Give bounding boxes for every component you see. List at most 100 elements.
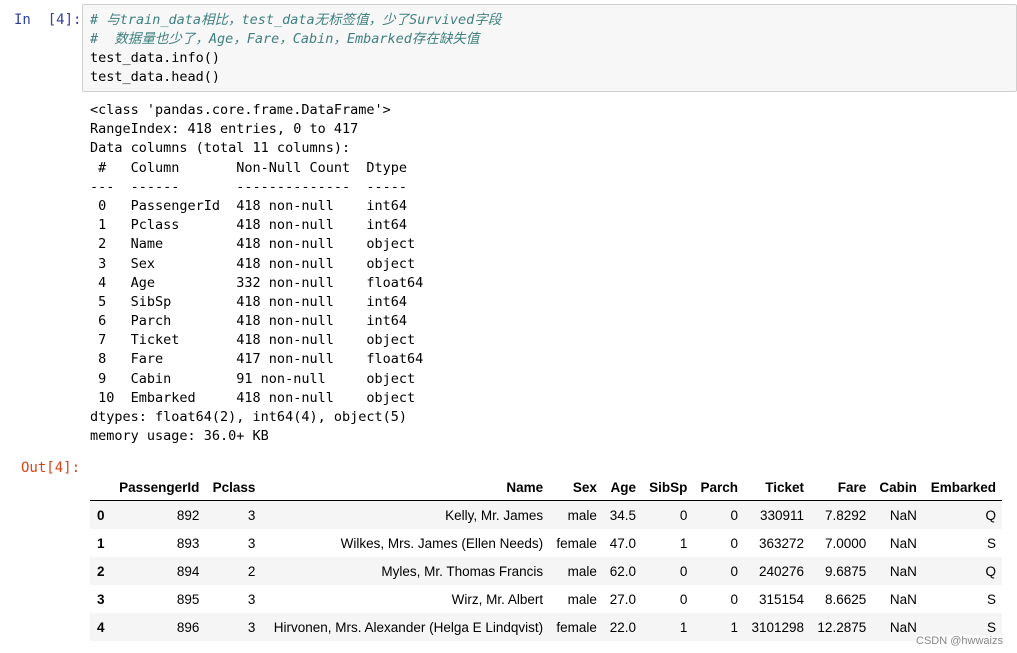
table-cell: 895 xyxy=(176,591,200,607)
column-header: Ticket xyxy=(744,474,811,501)
info-line: Data columns (total 11 columns): xyxy=(90,140,351,157)
table-cell: 8.6625 xyxy=(824,591,867,607)
table-cell: male xyxy=(567,591,597,607)
table-cell: 22.0 xyxy=(609,619,636,635)
info-line: 0 PassengerId 418 non-null int64 xyxy=(90,197,424,214)
table-cell: 0 xyxy=(730,507,739,523)
table-cell: 2 xyxy=(247,563,256,579)
table-cell: 0 xyxy=(679,507,688,523)
table-cell: 0 xyxy=(679,563,688,579)
table-row: 3 895 3 Wirz, Mr. Albert male 27.0 0 0 315154 8.6… xyxy=(90,585,1002,613)
table-cell: 0 xyxy=(730,591,739,607)
table-cell: Kelly, Mr. James xyxy=(445,507,544,523)
column-header: Cabin xyxy=(872,474,923,501)
table-cell: male xyxy=(567,563,597,579)
table-cell: 240276 xyxy=(758,563,805,579)
table-row: 1 893 3 Wilkes, Mrs. James (Ellen Needs) fem… xyxy=(90,529,1002,557)
info-line: 2 Name 418 non-null object xyxy=(90,236,424,253)
info-line: RangeIndex: 418 entries, 0 to 417 xyxy=(90,121,359,138)
table-cell: 893 xyxy=(176,535,200,551)
table-cell: Hirvonen, Mrs. Alexander (Helga E Lindqv… xyxy=(273,619,544,635)
info-line: 5 SibSp 418 non-null int64 xyxy=(90,293,424,310)
table-cell: female xyxy=(556,535,597,551)
table-cell: Wirz, Mr. Albert xyxy=(451,591,544,607)
row-index: 3 xyxy=(97,591,105,607)
output-prompt: Out[4]: xyxy=(21,460,81,476)
table-cell: 363272 xyxy=(758,535,805,551)
code-line: test_data.info() xyxy=(90,50,221,66)
info-line: 1 Pclass 418 non-null int64 xyxy=(90,217,424,234)
input-prompt: In [4]: xyxy=(14,12,82,28)
column-header: Embarked xyxy=(922,474,1002,501)
info-line: 7 Ticket 418 non-null object xyxy=(90,332,424,349)
table-cell: 3101298 xyxy=(751,619,805,635)
table-cell: 9.6875 xyxy=(824,563,867,579)
table-cell: S xyxy=(986,591,996,607)
table-row: 4 896 3 Hirvonen, Mrs. Alexander (Helga E L… xyxy=(90,613,1002,641)
info-line: # Column Non-Null Count Dtype xyxy=(90,159,424,176)
column-header: Name xyxy=(261,474,550,501)
table-cell: 12.2875 xyxy=(817,619,867,635)
table-cell: 0 xyxy=(730,563,739,579)
info-line: dtypes: float64(2), int64(4), object(5) xyxy=(90,409,407,425)
table-cell: NaN xyxy=(889,507,917,523)
info-output: <class 'pandas.core.frame.DataFrame'> Ra… xyxy=(90,101,423,446)
table-cell: female xyxy=(556,619,597,635)
info-line: 9 Cabin 91 non-null object xyxy=(90,370,424,387)
table-header-row: PassengerId Pclass Name Sex Age SibSp Parch Tic… xyxy=(90,474,1002,501)
table-cell: 3 xyxy=(247,507,256,523)
table-cell: 62.0 xyxy=(609,563,636,579)
table-cell: NaN xyxy=(889,535,917,551)
column-header: Parch xyxy=(693,474,745,501)
info-line: 6 Parch 418 non-null int64 xyxy=(90,313,424,330)
table-body: 0 892 3 Kelly, Mr. James male 34.5 0 0 330911 7.8… xyxy=(90,500,1002,641)
table-cell: Q xyxy=(985,507,996,523)
table-row: 2 894 2 Myles, Mr. Thomas Francis male 62.0 0 0… xyxy=(90,557,1002,585)
watermark: CSDN @hwwaizs xyxy=(916,635,1003,647)
table-cell: 3 xyxy=(247,535,256,551)
table-cell: 47.0 xyxy=(609,535,636,551)
info-line: memory usage: 36.0+ KB xyxy=(90,428,269,445)
code-line-comment: # 与train_data相比，test_data无标签值，少了Survived… xyxy=(90,12,502,28)
row-index: 1 xyxy=(97,535,105,551)
code-input-cell[interactable]: # 与train_data相比，test_data无标签值，少了Survived… xyxy=(82,4,1017,92)
info-line: 4 Age 332 non-null float64 xyxy=(90,274,424,291)
row-index: 0 xyxy=(97,507,105,523)
table-cell: Q xyxy=(985,563,996,579)
index-header xyxy=(90,474,111,501)
info-line: 10 Embarked 418 non-null object xyxy=(90,389,424,406)
table-cell: 315154 xyxy=(758,591,805,607)
table-cell: 330911 xyxy=(760,507,805,523)
table-cell: 894 xyxy=(176,563,200,579)
table-cell: 3 xyxy=(247,591,256,607)
column-header: SibSp xyxy=(642,474,694,501)
column-header: Pclass xyxy=(205,474,262,501)
code-line: test_data.head() xyxy=(90,69,221,85)
column-header: Fare xyxy=(810,474,873,501)
table-cell: Myles, Mr. Thomas Francis xyxy=(381,563,544,579)
column-header: Sex xyxy=(549,474,603,501)
table-cell: 7.8292 xyxy=(824,507,867,523)
table-cell: 1 xyxy=(679,619,688,635)
table-cell: 34.5 xyxy=(609,507,636,523)
dataframe-table: PassengerId Pclass Name Sex Age SibSp Parch Tic… xyxy=(90,474,1002,641)
table-cell: 27.0 xyxy=(609,591,636,607)
info-line: --- ------ -------------- ----- xyxy=(90,178,424,195)
column-header: PassengerId xyxy=(110,474,206,501)
table-row: 0 892 3 Kelly, Mr. James male 34.5 0 0 330911 7.8… xyxy=(90,500,1002,529)
table-cell: 7.0000 xyxy=(824,535,867,551)
info-line: <class 'pandas.core.frame.DataFrame'> xyxy=(90,102,391,118)
table-cell: NaN xyxy=(889,591,917,607)
table-cell: 3 xyxy=(247,619,256,635)
table-cell: 1 xyxy=(730,619,739,635)
row-index: 4 xyxy=(97,619,105,635)
table-cell: 0 xyxy=(679,591,688,607)
column-header: Age xyxy=(602,474,642,501)
row-index: 2 xyxy=(97,563,105,579)
table-cell: NaN xyxy=(889,563,917,579)
table-cell: 896 xyxy=(176,619,200,635)
table-cell: 892 xyxy=(176,507,200,523)
info-line: 8 Fare 417 non-null float64 xyxy=(90,351,424,368)
dataframe-output: PassengerId Pclass Name Sex Age SibSp Parch Tic… xyxy=(90,474,1002,641)
table-cell: S xyxy=(986,535,996,551)
